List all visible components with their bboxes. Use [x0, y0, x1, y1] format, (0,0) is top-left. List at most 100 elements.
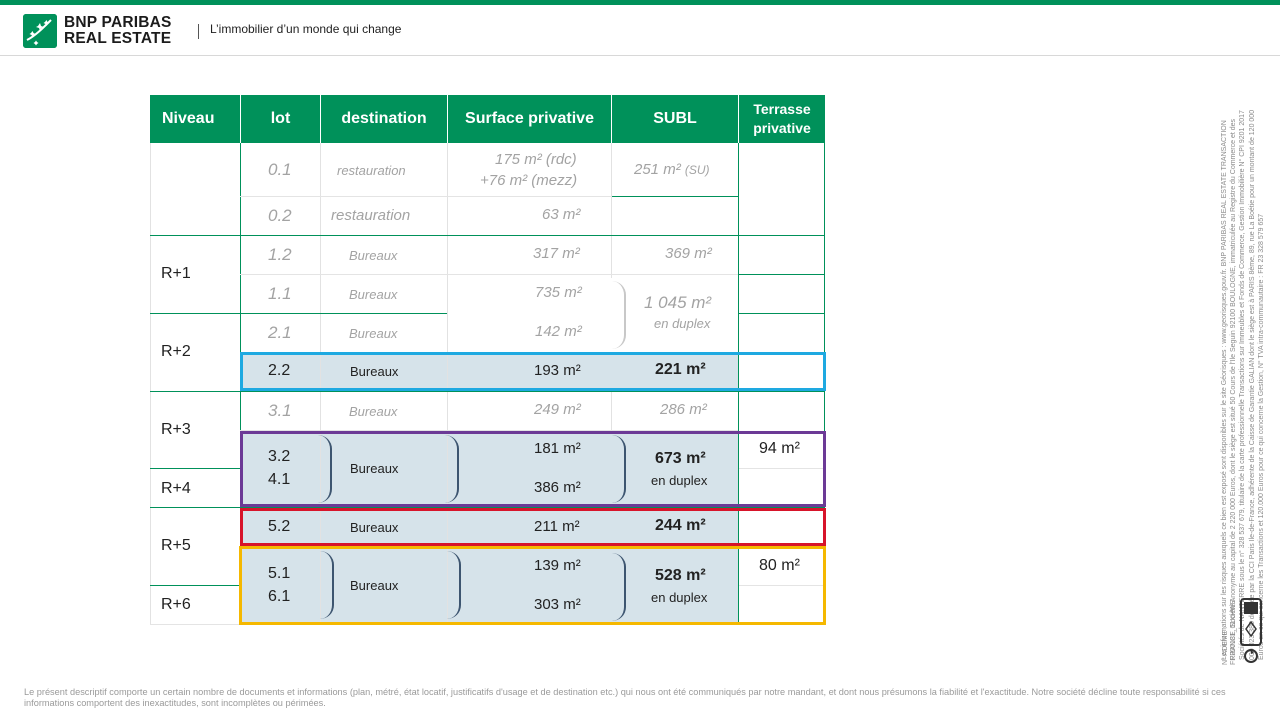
grid-line — [240, 430, 738, 431]
surface: 735 m² — [535, 284, 582, 301]
level-label: R+5 — [161, 537, 191, 554]
subl: 244 m² — [655, 517, 706, 534]
disclaimer-footer: Le présent descriptif comporte un certai… — [24, 687, 1226, 708]
surface: 181 m² — [534, 440, 581, 457]
grid-line — [240, 196, 612, 197]
grid-line — [150, 507, 825, 508]
grid-line — [739, 274, 825, 275]
bnp-logo-icon — [23, 14, 57, 48]
subl: 251 m² (SU) — [634, 161, 710, 178]
header-surface-privative: Surface privative — [448, 95, 611, 143]
surface: 211 m² — [534, 518, 580, 535]
destination: restauration — [331, 207, 411, 224]
surface: 386 m² — [534, 479, 581, 496]
header-subl: SUBL — [612, 95, 738, 143]
destination: Bureaux — [350, 364, 399, 379]
subl: 528 m² — [655, 567, 706, 584]
lot-number: 0.2 — [268, 206, 292, 225]
terrasse: 94 m² — [759, 440, 800, 457]
grid-line — [738, 143, 739, 625]
header: BNP PARIBAS REAL ESTATE L’immobilier d’u… — [0, 5, 1280, 56]
header-terrasse-privative: Terrasse privative — [739, 95, 825, 143]
lot-number: 3.1 — [268, 401, 292, 420]
subl-group: 1 045 m² — [644, 293, 712, 312]
grid-line — [150, 235, 825, 236]
lot-number: 1.2 — [268, 245, 292, 264]
destination: Bureaux — [349, 287, 398, 302]
header-lot: lot — [241, 95, 320, 143]
legal-side-note: Les informations sur les risques auxquel… — [1221, 109, 1265, 660]
destination: restauration — [337, 163, 406, 178]
level-label: R+4 — [161, 480, 191, 497]
grid-line — [150, 468, 240, 469]
brace — [612, 281, 626, 349]
brace — [447, 551, 461, 619]
lot-number: 6.1 — [268, 588, 291, 605]
row-shade-5-1-6-1 — [240, 546, 738, 624]
subl: 369 m² — [665, 245, 712, 262]
brand-tagline: L’immobilier d’un monde qui change — [210, 22, 402, 36]
grid-line — [612, 196, 738, 197]
grid-line — [739, 585, 825, 586]
lot-number: 5.2 — [268, 518, 291, 535]
surface: 249 m² — [534, 401, 581, 418]
lot-number: 4.1 — [268, 471, 291, 488]
lot-number: 1.1 — [268, 284, 292, 303]
brace — [318, 435, 332, 503]
surface: 303 m² — [534, 596, 581, 613]
header-niveau: Niveau — [150, 95, 240, 143]
grid-line — [150, 313, 447, 314]
destination: Bureaux — [350, 520, 399, 535]
header-destination: destination — [321, 95, 447, 143]
level-label: R+1 — [161, 265, 191, 282]
grid-line — [611, 391, 612, 431]
grid-line — [150, 143, 151, 625]
brace — [612, 435, 626, 503]
brand-name-line1: BNP PARIBAS — [64, 14, 172, 31]
brand-name-line2: REAL ESTATE — [64, 30, 172, 47]
lot-number: 0.1 — [268, 160, 292, 179]
surface: 193 m² — [534, 362, 581, 379]
destination: Bureaux — [350, 461, 399, 476]
lot-number: 5.1 — [268, 565, 291, 582]
level-label: R+6 — [161, 596, 191, 613]
lot-number: 2.2 — [268, 362, 291, 379]
grid-line — [824, 143, 825, 433]
row-shade-3-2-4-1 — [240, 431, 738, 506]
destination: Bureaux — [349, 326, 398, 341]
ademe-number: N° ADEME : FR200181_01XHWE — [1222, 599, 1237, 665]
surface: 175 m² (rdc) — [495, 151, 577, 168]
lot-number: 2.1 — [268, 323, 292, 342]
recycle-icon — [1243, 648, 1259, 664]
subl-note: en duplex — [651, 473, 708, 488]
subl: 673 m² — [655, 450, 706, 467]
level-label: R+2 — [161, 343, 191, 360]
ademe-badge-icon — [1240, 598, 1262, 646]
subl-group-note: en duplex — [654, 316, 711, 331]
brand-separator — [198, 24, 199, 39]
grid-line — [150, 391, 825, 392]
surface: 139 m² — [534, 557, 581, 574]
subl-note: en duplex — [651, 590, 708, 605]
brace — [320, 551, 334, 619]
level-label: R+3 — [161, 421, 191, 438]
grid-line — [739, 468, 825, 469]
surface: 317 m² — [533, 245, 580, 262]
grid-line — [150, 585, 240, 586]
brace — [445, 435, 459, 503]
terrasse: 80 m² — [759, 557, 800, 574]
grid-line — [739, 313, 825, 314]
grid-line — [240, 274, 738, 275]
surface: +76 m² (mezz) — [480, 172, 578, 189]
grid-line — [240, 143, 241, 625]
destination: Bureaux — [350, 578, 399, 593]
lot-surface-table: Niveau lot destination Surface privative… — [150, 95, 826, 625]
lot-number: 3.2 — [268, 448, 291, 465]
surface: 142 m² — [535, 323, 582, 340]
brace — [612, 553, 626, 621]
destination: Bureaux — [349, 404, 398, 419]
subl: 221 m² — [655, 361, 706, 378]
destination: Bureaux — [349, 248, 398, 263]
subl-suffix: (SU) — [684, 163, 710, 177]
surface: 63 m² — [542, 206, 581, 223]
